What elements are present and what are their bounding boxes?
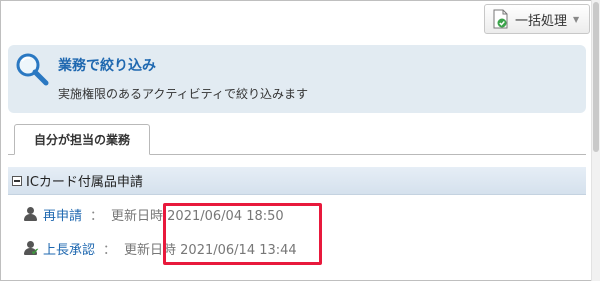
vertical-scrollbar[interactable] <box>591 0 600 281</box>
document-check-icon <box>493 9 509 29</box>
filter-description: 実施権限のあるアクティビティで絞り込みます <box>58 87 308 101</box>
filter-panel: 業務で絞り込み 実施権限のあるアクティビティで絞り込みます <box>8 45 586 113</box>
user-approve-icon: ✔ <box>23 240 39 258</box>
user-icon <box>23 206 39 222</box>
filter-title[interactable]: 業務で絞り込み <box>58 55 156 75</box>
updated-datetime: 更新日時 2021/06/04 18:50 <box>111 208 284 224</box>
tab-my-tasks[interactable]: 自分が担当の業務 <box>14 124 150 155</box>
activity-link-manager-approval[interactable]: 上長承認 <box>43 239 95 258</box>
updated-datetime: 更新日時 2021/06/14 13:44 <box>124 242 297 258</box>
list-item: ✔ 上長承認 ： 更新日時 2021/06/14 13:44 <box>23 238 297 258</box>
separator: ： <box>103 242 117 258</box>
collapse-minus-icon[interactable] <box>12 175 22 186</box>
bulk-process-label: 一括処理 <box>515 13 568 29</box>
section-title: ICカード付属品申請 <box>26 175 143 190</box>
section-header: ICカード付属品申請 <box>8 167 586 195</box>
scrollbar-thumb[interactable] <box>593 2 599 152</box>
chevron-down-icon: ▼ <box>573 14 580 24</box>
list-item: 再申請 ： 更新日時 2021/06/04 18:50 <box>23 204 284 224</box>
magnifier-icon <box>12 50 52 90</box>
bulk-process-button[interactable]: 一括処理 ▼ <box>484 4 590 34</box>
activity-link-resubmit[interactable]: 再申請 <box>43 205 82 224</box>
separator: ： <box>90 208 104 224</box>
